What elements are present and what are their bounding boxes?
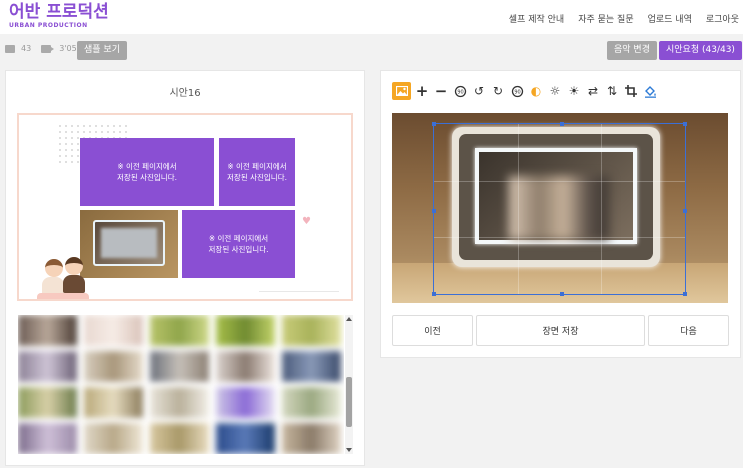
nav-self-guide[interactable]: 셀프 제작 안내: [509, 12, 564, 25]
brightness-up-icon[interactable]: ☀: [566, 82, 582, 100]
scene-preview: ※ 이전 페이지에서 저장된 사진입니다. ※ 이전 페이지에서 저장된 사진입니다…: [17, 113, 353, 301]
rotate-left-icon[interactable]: ↺: [471, 82, 487, 100]
contrast-icon[interactable]: ◐: [528, 82, 544, 100]
photo-slot-1[interactable]: ※ 이전 페이지에서저장된 사진입니다.: [80, 138, 214, 206]
flip-vertical-icon[interactable]: ⇅: [604, 82, 620, 100]
thumbnail[interactable]: [282, 423, 341, 454]
slot-text-line2: 저장된 사진입니다.: [227, 173, 287, 182]
thumbnail[interactable]: [18, 315, 77, 346]
svg-text:90: 90: [457, 89, 463, 95]
thumbnail[interactable]: [216, 387, 275, 418]
next-button[interactable]: 다음: [648, 315, 729, 346]
thumbnail[interactable]: [150, 387, 209, 418]
thumbnail[interactable]: [282, 315, 341, 346]
slot-text-line2: 저장된 사진입니다.: [208, 245, 269, 254]
flip-horizontal-icon[interactable]: ⇄: [585, 82, 601, 100]
crop-handle[interactable]: [683, 292, 687, 296]
photo-canvas[interactable]: [392, 113, 728, 303]
scene-title: 시안16: [169, 88, 201, 99]
crop-handle[interactable]: [432, 122, 436, 126]
nav-logout[interactable]: 로그아웃: [706, 12, 739, 25]
prev-button[interactable]: 이전: [392, 315, 473, 346]
thumbnail[interactable]: [150, 423, 209, 454]
rotate-left-90-icon[interactable]: 90: [452, 82, 468, 100]
thumbnail[interactable]: [282, 351, 341, 382]
thumbnail[interactable]: [216, 423, 275, 454]
logo[interactable]: 어반 프로덕션 URBAN PRODUCTION: [9, 2, 109, 29]
editor-toolbar: + − 90 ↺ ↻ 90 ◐ ☼ ☀ ⇄ ⇅: [392, 82, 658, 100]
crop-handle[interactable]: [559, 122, 564, 126]
fill-icon[interactable]: [642, 82, 658, 100]
thumbnail[interactable]: [150, 315, 209, 346]
decor-line: [259, 291, 339, 292]
scroll-thumb[interactable]: [346, 377, 352, 427]
photo-count: 43: [21, 44, 32, 53]
sample-button[interactable]: 샘플 보기: [77, 41, 127, 60]
nav-faq[interactable]: 자주 묻는 질문: [578, 12, 633, 25]
crop-handle[interactable]: [432, 292, 436, 296]
thumbnail[interactable]: [18, 387, 77, 418]
heart-icon: ♥: [302, 216, 311, 227]
brightness-down-icon[interactable]: ☼: [547, 82, 563, 100]
photo-editor-panel: + − 90 ↺ ↻ 90 ◐ ☼ ☀ ⇄ ⇅ 이전 장면 저장 다음: [380, 70, 741, 358]
crop-box[interactable]: [432, 122, 687, 296]
thumbnail[interactable]: [84, 387, 143, 418]
nav-upload-history[interactable]: 업로드 내역: [648, 12, 692, 25]
header: 어반 프로덕션 URBAN PRODUCTION 셀프 제작 안내 자주 묻는 …: [0, 0, 743, 34]
couple-illustration: [33, 257, 95, 299]
photo-thumbnail-grid: [18, 315, 344, 454]
zoom-out-icon[interactable]: −: [433, 82, 449, 100]
thumbnail[interactable]: [84, 315, 143, 346]
thumbnail[interactable]: [84, 423, 143, 454]
thumbnail[interactable]: [150, 351, 209, 382]
scroll-down-arrow-icon[interactable]: [346, 448, 352, 452]
crop-handle[interactable]: [432, 209, 436, 213]
project-meta: 43 3'05": [5, 44, 80, 53]
zoom-in-icon[interactable]: +: [414, 82, 430, 100]
thumbnail[interactable]: [18, 351, 77, 382]
thumbnail[interactable]: [216, 351, 275, 382]
logo-sub: URBAN PRODUCTION: [9, 22, 88, 29]
mirror-photo: [93, 220, 165, 266]
order-request-button[interactable]: 시안요청 (43/43): [659, 41, 742, 60]
thumbnail-scrollbar[interactable]: [345, 315, 353, 454]
slot-text-line2: 저장된 사진입니다.: [117, 173, 177, 182]
thumbnail[interactable]: [84, 351, 143, 382]
crop-handle[interactable]: [683, 122, 687, 126]
photo-slot-2[interactable]: ※ 이전 페이지에서저장된 사진입니다.: [219, 138, 295, 206]
crop-handle[interactable]: [559, 292, 564, 296]
music-change-button[interactable]: 음악 변경: [607, 41, 657, 60]
svg-text:90: 90: [514, 89, 520, 95]
slot-text-line1: ※ 이전 페이지에서: [227, 162, 287, 171]
crop-handle[interactable]: [683, 209, 687, 213]
rotate-right-icon[interactable]: ↻: [490, 82, 506, 100]
logo-main: 어반 프로덕션: [9, 2, 109, 22]
slot-text-line1: ※ 이전 페이지에서: [117, 162, 177, 171]
save-scene-button[interactable]: 장면 저장: [476, 315, 645, 346]
thumbnail[interactable]: [18, 423, 77, 454]
scroll-up-arrow-icon[interactable]: [346, 317, 352, 321]
thumbnail[interactable]: [282, 387, 341, 418]
video-icon: [41, 44, 55, 53]
photo-slot-4[interactable]: ※ 이전 페이지에서저장된 사진입니다.: [182, 210, 295, 278]
thumbnail[interactable]: [216, 315, 275, 346]
slot-text-line1: ※ 이전 페이지에서: [208, 234, 269, 243]
rotate-right-90-icon[interactable]: 90: [509, 82, 525, 100]
top-nav: 셀프 제작 안내 자주 묻는 질문 업로드 내역 로그아웃: [509, 12, 739, 25]
crop-icon[interactable]: [623, 82, 639, 100]
camera-icon: [5, 44, 15, 53]
scene-panel: 시안16 ※ 이전 페이지에서 저장된 사진입니다. ※ 이전 페이지에서 저장된 …: [5, 70, 365, 466]
image-icon[interactable]: [392, 82, 411, 100]
